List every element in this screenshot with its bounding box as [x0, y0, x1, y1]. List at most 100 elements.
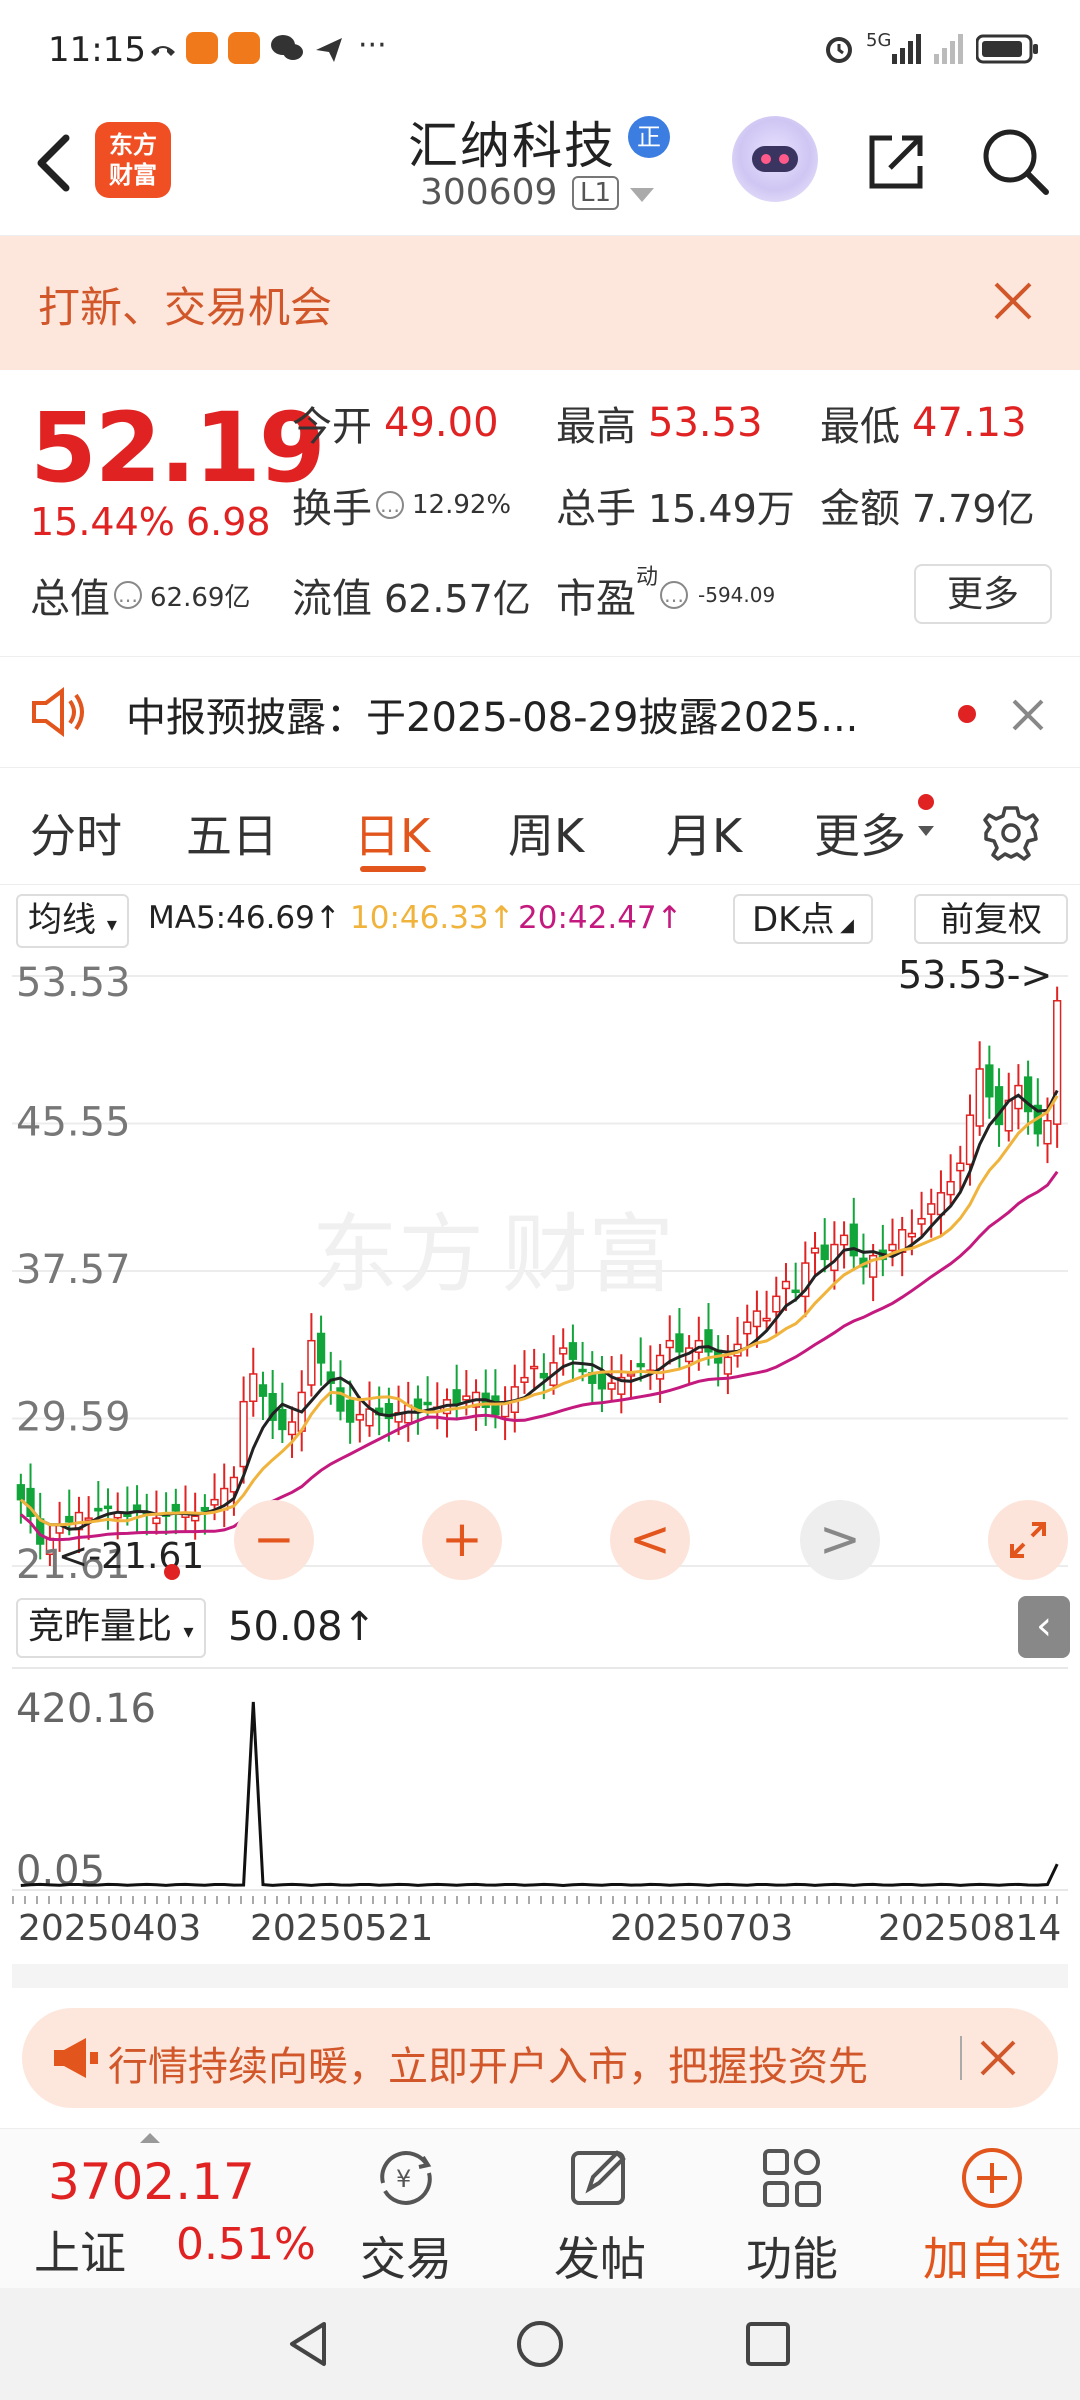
- send-icon: [316, 38, 342, 62]
- zoom-out-button[interactable]: −: [234, 1500, 314, 1580]
- search-icon[interactable]: [978, 124, 1052, 198]
- new-dot: [918, 794, 934, 810]
- prev-button[interactable]: <: [610, 1500, 690, 1580]
- open-value: 49.00: [384, 400, 499, 446]
- candle: [559, 1347, 568, 1355]
- candle: [956, 1162, 965, 1172]
- add-circle-icon: [962, 2148, 1022, 2208]
- back-icon[interactable]: [26, 128, 86, 198]
- candle: [1053, 1000, 1062, 1125]
- more-dropdown-icon[interactable]: [918, 826, 934, 836]
- index-name[interactable]: 上证: [34, 2217, 126, 2283]
- separator: [12, 1964, 1068, 1988]
- tab-daily-k[interactable]: 日K: [354, 800, 430, 866]
- system-home-icon[interactable]: [514, 2318, 566, 2370]
- close-icon[interactable]: [1008, 695, 1048, 735]
- tab-monthly-k[interactable]: 月K: [666, 800, 742, 866]
- share-icon[interactable]: [862, 126, 932, 196]
- info-icon[interactable]: …: [660, 581, 689, 609]
- expand-icon[interactable]: [140, 2133, 160, 2143]
- change-percent: 15.44%: [30, 500, 175, 544]
- candle: [743, 1321, 752, 1335]
- notice-bar[interactable]: 中报预披露：于2025-08-29披露2025...: [0, 656, 1080, 768]
- info-icon[interactable]: …: [376, 491, 404, 519]
- quote-panel: 52.19 15.44% 6.98 今开 49.00 最高 53.53 最低 4…: [0, 372, 1080, 642]
- collapse-icon[interactable]: ‹: [1018, 1596, 1070, 1658]
- candle: [568, 1342, 578, 1360]
- ma-legend: 均线 ▾ MA5:46.69↑ 10:46.33↑ 20:42.47↑ DK点 …: [0, 890, 1080, 950]
- status-more: ···: [358, 28, 387, 63]
- dk-point-button[interactable]: DK点 ◢: [733, 894, 873, 944]
- pe-type: 动: [636, 565, 659, 590]
- nav-trade-label: 交易: [360, 2232, 452, 2286]
- network-type: 5G: [866, 30, 892, 51]
- volume-indicator-select[interactable]: 竞昨量比 ▾: [16, 1598, 206, 1658]
- candle: [946, 1180, 955, 1196]
- signal-icon: [892, 34, 963, 64]
- candle: [607, 1382, 616, 1390]
- tab-weekly-k[interactable]: 周K: [508, 800, 584, 866]
- fullscreen-icon[interactable]: [988, 1500, 1068, 1580]
- nav-post-label: 发帖: [554, 2232, 646, 2286]
- y-tick-label: 45.55: [16, 1100, 131, 1146]
- ma5-value: MA5:46.69↑: [148, 900, 341, 936]
- volume-min-label: 0.05: [16, 1848, 105, 1894]
- system-recents-icon[interactable]: [744, 2320, 792, 2368]
- candle: [927, 1203, 936, 1215]
- level-dropdown-icon[interactable]: [630, 188, 654, 202]
- volume-label: 总手: [556, 486, 636, 532]
- tab-more[interactable]: 更多: [814, 800, 906, 866]
- turnover-value: 12.92%: [412, 490, 512, 520]
- watermark: 财富: [502, 1207, 674, 1303]
- candle: [345, 1399, 355, 1423]
- candle: [578, 1368, 587, 1373]
- nav-add-watchlist[interactable]: 加自选: [912, 2143, 1072, 2289]
- ai-assistant-icon[interactable]: [732, 116, 818, 202]
- float-cap-value: 62.57亿: [384, 576, 531, 621]
- close-icon[interactable]: [988, 276, 1038, 326]
- gear-icon[interactable]: [980, 802, 1042, 864]
- watermark: 东方: [312, 1207, 484, 1303]
- date-label: 20250703: [610, 1908, 794, 1949]
- float-cap-label: 流值: [292, 576, 372, 622]
- nav-post[interactable]: 发帖: [530, 2143, 670, 2289]
- adjust-button[interactable]: 前复权: [914, 894, 1068, 944]
- candle: [907, 1232, 917, 1238]
- volume-chart[interactable]: 420.16 0.05: [12, 1664, 1068, 1904]
- date-label: 20250521: [250, 1908, 434, 1949]
- notice-text: 中报预披露：于2025-08-29披露2025...: [126, 695, 859, 741]
- close-icon[interactable]: [974, 2034, 1022, 2082]
- volume-indicator-value: 50.08↑: [228, 1604, 377, 1650]
- candle: [316, 1332, 326, 1364]
- candle: [365, 1408, 374, 1427]
- promo-banner[interactable]: 打新、交易机会: [0, 236, 1080, 370]
- system-back-icon[interactable]: [282, 2318, 334, 2370]
- more-button[interactable]: 更多: [914, 564, 1052, 624]
- missed-call-icon: [151, 46, 175, 56]
- next-button[interactable]: >: [800, 1500, 880, 1580]
- level-badge[interactable]: L1: [572, 176, 620, 210]
- low-label: 最低: [820, 404, 900, 450]
- nav-functions[interactable]: 功能: [722, 2143, 862, 2289]
- account-ad-banner[interactable]: 行情持续向暖，立即开户入市，把握投资先: [22, 2008, 1058, 2108]
- index-value[interactable]: 3702.17: [48, 2153, 255, 2211]
- change-amount: 6.98: [186, 500, 271, 544]
- kline-chart[interactable]: 东方 财富 53.5345.5537.5729.5921.61 53.53-> …: [12, 954, 1068, 1594]
- post-icon: [571, 2150, 626, 2205]
- candle: [452, 1389, 461, 1405]
- megaphone-icon: [54, 2038, 98, 2078]
- grid-icon: [763, 2149, 821, 2207]
- info-icon[interactable]: …: [114, 581, 142, 609]
- candle: [965, 1114, 975, 1166]
- candle: [597, 1371, 607, 1390]
- app-notification-icon: [186, 32, 218, 64]
- nav-trade[interactable]: ¥ 交易: [336, 2143, 476, 2289]
- index-change[interactable]: 0.51%: [176, 2219, 316, 2270]
- ma10-line: [19, 1095, 1059, 1527]
- candle: [917, 1217, 926, 1225]
- zoom-in-button[interactable]: +: [422, 1500, 502, 1580]
- tab-intraday[interactable]: 分时: [30, 800, 122, 866]
- market-cap-value: 62.69亿: [150, 582, 251, 613]
- indicator-select[interactable]: 均线 ▾: [16, 894, 129, 948]
- tab-five-day[interactable]: 五日: [186, 800, 278, 866]
